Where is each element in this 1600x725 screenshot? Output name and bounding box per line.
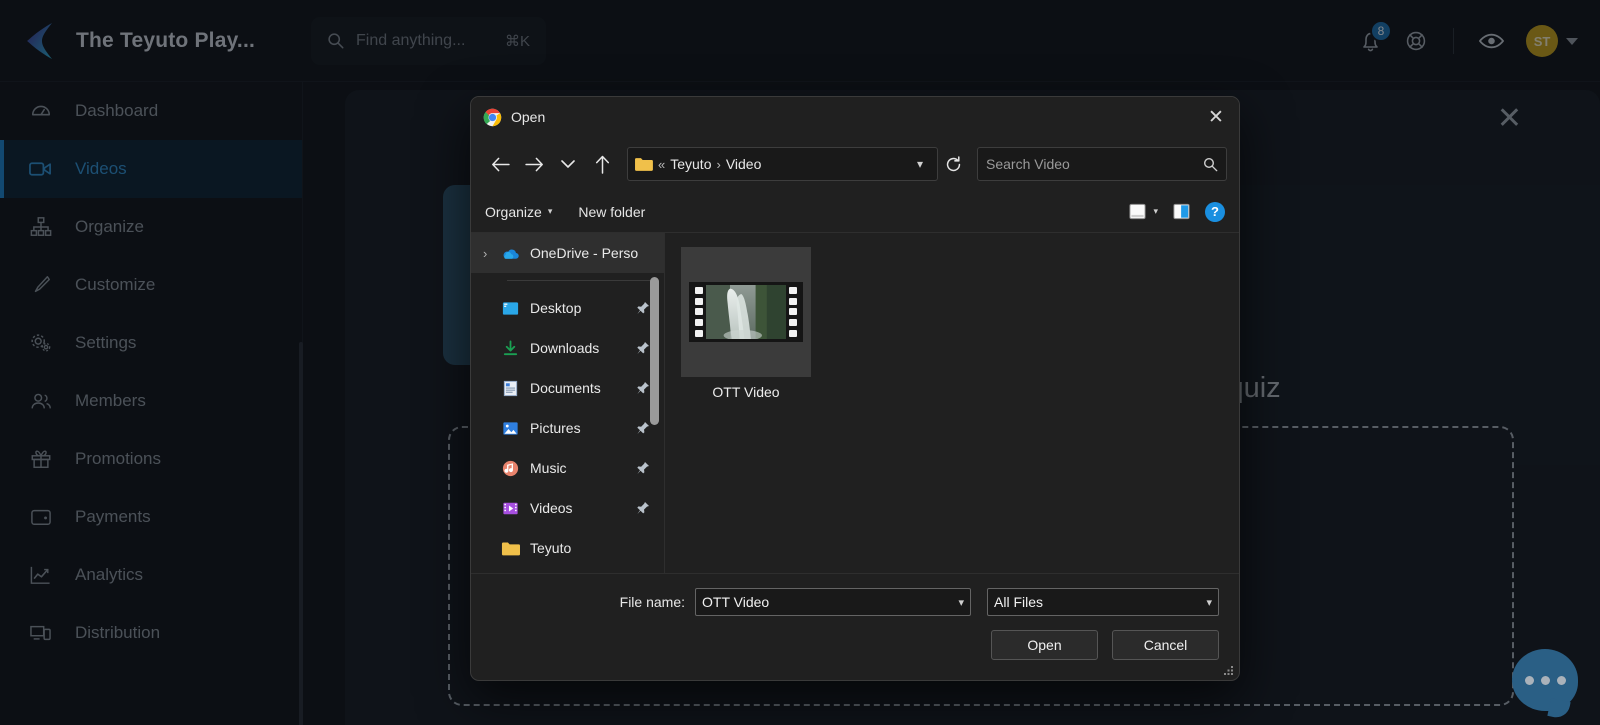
chrome-logo-icon: [483, 108, 502, 126]
filmstrip-perforations: [786, 285, 800, 339]
folder-icon: [635, 158, 653, 171]
dialog-footer: File name: OTT Video ▾ All Files ▾ Open …: [471, 573, 1239, 680]
downloads-icon: [503, 339, 518, 355]
recent-locations-button[interactable]: [551, 147, 585, 181]
cancel-button[interactable]: Cancel: [1112, 630, 1219, 660]
help-button[interactable]: ?: [1205, 201, 1225, 222]
tree-item-label: OneDrive - Perso: [530, 245, 639, 261]
tree-item-label: Music: [530, 460, 567, 476]
file-item-label: OTT Video: [712, 384, 780, 400]
new-folder-button[interactable]: New folder: [578, 204, 645, 220]
tree-item-label: Teyuto: [530, 540, 572, 556]
chevron-down-icon: ▾: [547, 206, 553, 216]
file-list[interactable]: OTT Video: [665, 233, 1239, 573]
arrow-right-icon: [524, 157, 543, 171]
back-button[interactable]: [483, 147, 517, 181]
waterfall-frame-image: [706, 285, 786, 339]
navigation-tree: › OneDrive - Perso Desktop Downloads Doc…: [471, 233, 665, 573]
resize-grip-icon[interactable]: [1222, 664, 1234, 676]
breadcrumb-part[interactable]: Teyuto: [670, 156, 711, 172]
pictures-icon: [503, 421, 518, 435]
chevron-down-icon[interactable]: ▾: [1206, 596, 1212, 609]
chat-bubble-dots-icon: [1556, 675, 1566, 685]
file-name-row: File name: OTT Video ▾ All Files ▾: [491, 588, 1219, 616]
chat-bubble-dots-icon: [1524, 675, 1534, 685]
file-type-value: All Files: [994, 594, 1044, 610]
organize-menu-button[interactable]: Organize ▾: [485, 204, 552, 220]
up-button[interactable]: [585, 147, 619, 181]
music-icon: [502, 460, 519, 476]
file-name-input[interactable]: OTT Video ▾: [695, 588, 971, 616]
arrow-left-icon: [491, 157, 510, 171]
desktop-icon: [502, 301, 519, 315]
dialog-navigation-bar: « Teyuto › Video ▾ Search Video: [471, 137, 1239, 191]
breadcrumb-overflow[interactable]: «: [658, 157, 665, 172]
chat-bubble-dots-icon: [1540, 675, 1550, 685]
chevron-down-icon: [561, 159, 575, 168]
tree-item-teyuto[interactable]: Teyuto: [471, 528, 664, 568]
tree-item-label: Desktop: [530, 300, 582, 316]
search-placeholder: Search Video: [986, 156, 1070, 172]
tree-item-pictures[interactable]: Pictures: [471, 408, 664, 448]
search-icon: [1203, 157, 1218, 171]
chat-widget-button[interactable]: [1512, 649, 1578, 711]
file-item-ott-video[interactable]: OTT Video: [681, 247, 811, 400]
video-filmstrip-thumbnail-icon: [689, 282, 803, 342]
pin-icon[interactable]: [636, 301, 650, 316]
onedrive-icon: [503, 249, 519, 259]
dialog-buttons: Open Cancel: [491, 630, 1219, 660]
pin-icon[interactable]: [636, 501, 650, 516]
tree-item-videos[interactable]: Videos: [471, 488, 664, 528]
dialog-titlebar: Open ✕: [471, 97, 1239, 137]
chevron-down-icon[interactable]: ▾: [958, 596, 964, 609]
preview-pane-icon[interactable]: [1172, 202, 1191, 221]
folder-icon: [501, 542, 520, 555]
view-options-button[interactable]: ▾: [1128, 202, 1158, 221]
tree-scrollbar[interactable]: [650, 277, 659, 425]
arrow-up-icon: [595, 155, 609, 174]
breadcrumb-separator: ›: [716, 156, 721, 172]
toolbar-right-group: ▾ ?: [1128, 201, 1225, 222]
new-folder-label: New folder: [578, 203, 646, 220]
breadcrumb[interactable]: « Teyuto › Video ▾: [627, 147, 938, 181]
dialog-toolbar: Organize ▾ New folder ▾ ?: [471, 191, 1239, 233]
pin-icon[interactable]: [636, 341, 650, 356]
dialog-body: › OneDrive - Perso Desktop Downloads Doc…: [471, 233, 1239, 573]
organize-label: Organize: [485, 203, 542, 220]
open-button[interactable]: Open: [991, 630, 1098, 660]
filmstrip-perforations: [692, 285, 706, 339]
tree-item-desktop[interactable]: Desktop: [471, 288, 664, 328]
refresh-button[interactable]: [938, 147, 968, 181]
tree-item-documents[interactable]: Documents: [471, 368, 664, 408]
file-name-label: File name:: [619, 594, 685, 610]
chevron-right-icon[interactable]: ›: [483, 246, 501, 261]
documents-icon: [503, 380, 518, 396]
dialog-search-input[interactable]: Search Video: [977, 147, 1227, 181]
tree-item-label: Documents: [530, 380, 601, 396]
breadcrumb-part[interactable]: Video: [726, 156, 762, 172]
videos-icon: [503, 502, 518, 514]
tree-item-music[interactable]: Music: [471, 448, 664, 488]
pin-icon[interactable]: [636, 461, 650, 476]
file-name-value: OTT Video: [702, 594, 770, 610]
forward-button[interactable]: [517, 147, 551, 181]
file-thumbnail: [681, 247, 811, 377]
app-root: deo quiz ✕ The Teyuto Play... Find anyth…: [0, 0, 1600, 725]
view-layout-icon: [1129, 203, 1147, 220]
chevron-down-icon: ▾: [1153, 206, 1158, 216]
breadcrumb-dropdown-icon[interactable]: ▾: [909, 157, 931, 171]
dialog-title: Open: [511, 109, 546, 125]
pin-icon[interactable]: [636, 381, 650, 396]
tree-item-label: Pictures: [530, 420, 581, 436]
tree-item-onedrive[interactable]: › OneDrive - Perso: [471, 233, 664, 273]
dialog-close-button[interactable]: ✕: [1193, 97, 1239, 137]
tree-item-label: Downloads: [530, 340, 600, 356]
tree-item-downloads[interactable]: Downloads: [471, 328, 664, 368]
pin-icon[interactable]: [636, 421, 650, 436]
tree-item-label: Videos: [530, 500, 573, 516]
file-type-select[interactable]: All Files ▾: [987, 588, 1219, 616]
file-open-dialog: Open ✕ « Teyuto › Video ▾ Search Video O…: [470, 96, 1240, 681]
refresh-icon: [946, 155, 960, 171]
tree-separator: [507, 280, 652, 281]
